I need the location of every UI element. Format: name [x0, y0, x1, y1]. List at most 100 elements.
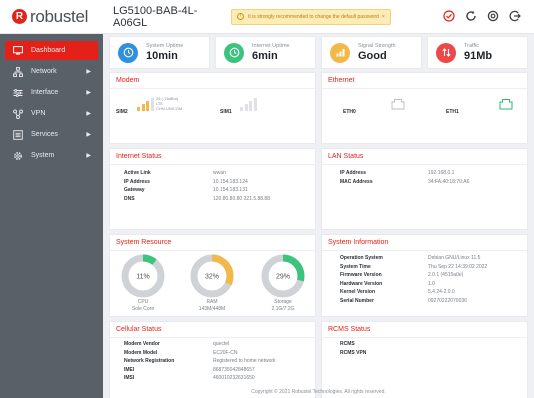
- kv-value: Thu Sep 22 14:39:02 2022: [428, 263, 488, 270]
- resource-donuts: 11% 32% 29%: [121, 254, 305, 298]
- lan-status-keys: IP Address MAC Address: [340, 169, 420, 186]
- stat-label: Signal Strength: [358, 43, 396, 49]
- kv-key: System Time: [340, 263, 371, 270]
- stat-value: Good: [358, 50, 387, 62]
- warning-text: It is strongly recommended to change the…: [248, 13, 379, 20]
- chevron-right-icon: ▶: [86, 69, 91, 75]
- vpn-icon: [13, 109, 23, 119]
- kv-key: Network Registration: [124, 358, 175, 365]
- header-bar: R robustel LG5100-BAB-4L-A06GL ! It is s…: [0, 0, 534, 34]
- sidebar-item-label: Services: [31, 131, 58, 138]
- cpu-donut: 11%: [121, 254, 165, 298]
- stat-value: 6min: [252, 50, 278, 62]
- kv-value: 5.4.24-2.0.0: [428, 289, 455, 296]
- kv-value: wwan: [213, 170, 226, 176]
- footer-copyright: Copyright © 2021 Robustel Technologies. …: [251, 389, 386, 395]
- logo-mark-icon: R: [12, 9, 27, 24]
- rcms-status-card: RCMS Status RCMS RCMS VPN: [321, 321, 528, 398]
- sidebar-item-label: VPN: [31, 110, 46, 117]
- kv-value: EC20F-CN: [213, 349, 238, 356]
- sidebar-item-dashboard[interactable]: Dashboard: [5, 41, 98, 60]
- sim2-operator: CHN-UNICOM: [156, 106, 183, 111]
- stat-label: Internet Uptime: [252, 43, 290, 49]
- kv-key: IP Address: [124, 178, 150, 185]
- card-title: RCMS Status: [322, 322, 527, 338]
- kv-key: Hardware Version: [340, 280, 383, 287]
- sidebar-nav: Dashboard Network ▶ Interface ▶ VPN ▶ Se…: [0, 34, 103, 398]
- kv-value: 34:FA:40:18:70:A6: [428, 178, 470, 185]
- resource-detail: 2.1G/7.2G: [271, 305, 295, 312]
- stat-value: 91Mb: [464, 50, 493, 62]
- kv-key: IMEI: [124, 366, 135, 373]
- kv-key: IP Address: [340, 170, 366, 176]
- kv-key: Serial Number: [340, 297, 374, 304]
- robustel-logo[interactable]: R robustel: [0, 0, 103, 34]
- brand-name: robustel: [30, 6, 89, 26]
- kv-value: 460010232631650: [213, 375, 255, 382]
- traffic-arrows-icon: [436, 42, 456, 63]
- modem-card: Modem SIM2 26 (-76dBm) LTE CHN-UNICOM SI…: [109, 72, 316, 144]
- kv-key: IMSI: [124, 375, 135, 382]
- cellular-status-keys: Modem Vendor Modem Model Network Registr…: [124, 340, 214, 383]
- close-icon[interactable]: ×: [382, 14, 385, 20]
- card-title: Cellular Status: [110, 322, 315, 338]
- refresh-icon[interactable]: [464, 9, 478, 23]
- interface-icon: [13, 88, 23, 98]
- logout-icon[interactable]: [508, 9, 522, 23]
- eth1-label: ETH1: [446, 109, 459, 115]
- system-information-keys: Operation System System Time Firmware Ve…: [340, 254, 420, 306]
- alert-icon[interactable]: [442, 9, 456, 23]
- kv-key: DNS: [124, 195, 135, 202]
- sidebar-item-vpn[interactable]: VPN ▶: [0, 104, 103, 123]
- password-warning[interactable]: ! It is strongly recommended to change t…: [231, 8, 391, 25]
- kv-key: Active Link: [124, 170, 151, 176]
- system-uptime-card: System Uptime 10min: [109, 36, 210, 69]
- system-information-values: Debian GNU/Linux 11.5 Thu Sep 22 14:39:0…: [428, 254, 525, 306]
- kv-value: 868735042848657: [213, 366, 255, 373]
- card-title: Ethernet: [322, 73, 527, 89]
- ram-usage-label: RAM 143M/448M: [187, 299, 237, 312]
- sim2-info: 26 (-76dBm) LTE CHN-UNICOM: [156, 96, 182, 111]
- eth0-label: ETH0: [343, 109, 356, 115]
- resource-detail: Sole Core: [131, 305, 155, 312]
- sidebar-item-services[interactable]: Services ▶: [0, 125, 103, 144]
- header-icons: [442, 9, 522, 23]
- stat-value: 10min: [146, 50, 178, 62]
- sim2-signal-bars: [137, 97, 154, 111]
- lan-status-card: LAN Status IP Address MAC Address 192.16…: [321, 148, 528, 230]
- signal-icon: [330, 42, 350, 63]
- chevron-right-icon: ▶: [86, 90, 91, 96]
- dashboard-main: System Uptime 10min Internet Uptime 6min…: [109, 34, 534, 398]
- cellular-status-values: quectel EC20F-CN Registered to home netw…: [213, 340, 313, 383]
- card-title: Modem: [110, 73, 315, 89]
- lan-status-values: 192.168.0.1 34:FA:40:18:70:A6: [428, 169, 523, 186]
- kv-value: 120.80.80.80 221.5.88.88: [213, 195, 270, 202]
- sim1-signal-bars: [240, 97, 257, 111]
- stat-label: Traffic: [464, 43, 479, 49]
- cpu-usage-label: CPU Sole Core: [118, 299, 168, 312]
- storage-donut: 29%: [261, 254, 305, 298]
- kv-value: 10.154.183.124: [213, 178, 248, 185]
- sidebar-item-interface[interactable]: Interface ▶: [0, 83, 103, 102]
- dashboard-icon: [13, 46, 23, 56]
- kv-value: 1.0: [428, 280, 435, 287]
- kv-key: Firmware Version: [340, 272, 382, 279]
- sidebar-item-network[interactable]: Network ▶: [0, 62, 103, 81]
- kv-key: RCMS: [340, 341, 355, 347]
- ram-donut: 32%: [190, 254, 234, 298]
- kv-value: 09270222070036: [428, 297, 467, 304]
- chevron-right-icon: ▶: [86, 153, 91, 159]
- warning-icon: !: [237, 13, 244, 20]
- system-information-card: System Information Operation System Syst…: [321, 234, 528, 317]
- system-icon: [13, 151, 23, 161]
- sidebar-item-system[interactable]: System ▶: [0, 146, 103, 165]
- card-title: Internet Status: [110, 149, 315, 165]
- eth1-port-icon: [499, 99, 513, 110]
- chevron-right-icon: ▶: [86, 132, 91, 138]
- resource-detail: 143M/448M: [198, 305, 226, 312]
- settings-icon[interactable]: [486, 9, 500, 23]
- sim2-label: SIM2: [116, 109, 128, 115]
- sidebar-item-label: Interface: [31, 89, 59, 96]
- kv-value: Debian GNU/Linux 11.5: [428, 255, 481, 261]
- kv-value: Registered to home network: [213, 358, 276, 365]
